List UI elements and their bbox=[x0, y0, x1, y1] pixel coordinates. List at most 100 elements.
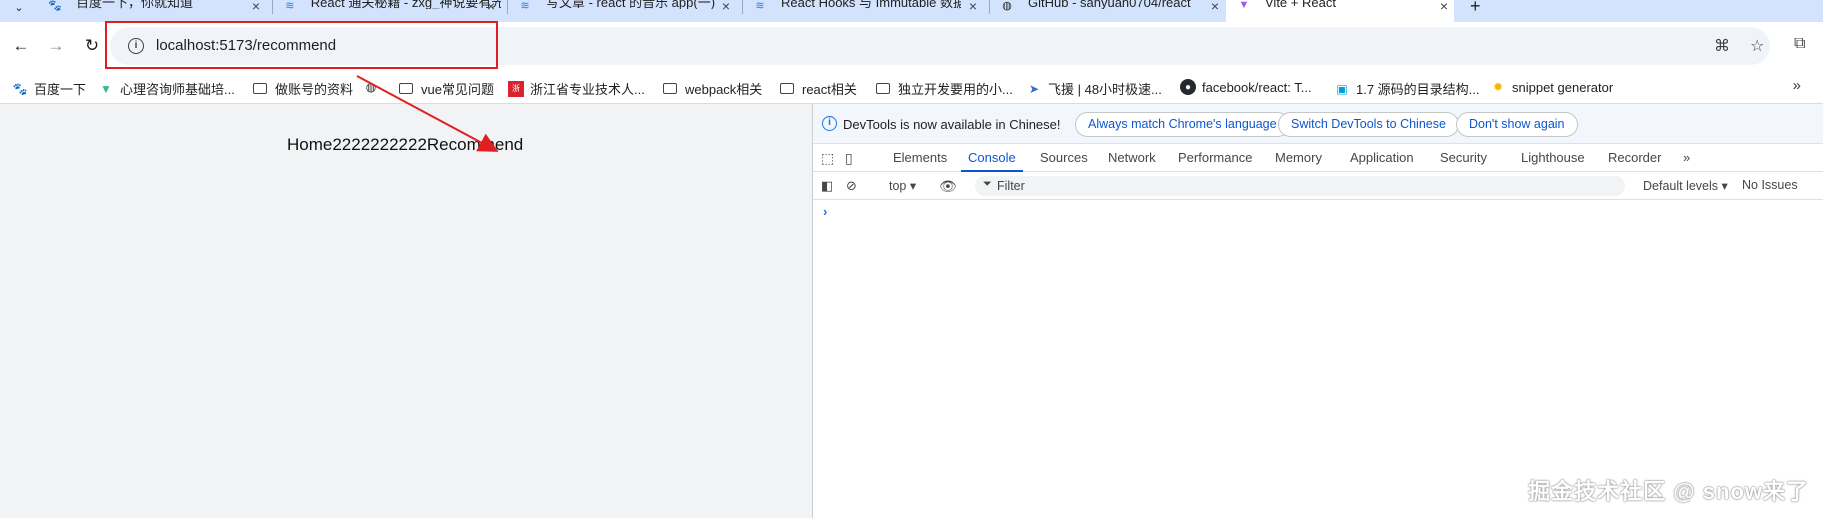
tab-react-hooks[interactable]: ≋ React Hooks 与 Immutable 数据流 × bbox=[753, 0, 983, 22]
tab-title: Vite + React bbox=[1265, 0, 1336, 9]
console-toolbar: ◧ ⊘ top ▾ 👁 ⏷ Filter Default levels ▾ No… bbox=[813, 172, 1823, 200]
baidu-paw-icon: 🐾 bbox=[12, 81, 28, 96]
bookmark-label: react相关 bbox=[802, 82, 857, 97]
folder-icon bbox=[876, 83, 890, 94]
tab-title: React 通关秘籍 - zxg_神说要有光 bbox=[310, 0, 501, 9]
tab-application[interactable]: Application bbox=[1350, 150, 1414, 165]
reload-button[interactable]: ↻ bbox=[80, 34, 104, 58]
tab-performance[interactable]: Performance bbox=[1178, 150, 1252, 165]
levels-label: Default levels bbox=[1643, 179, 1719, 193]
filter-icon: ⏷ bbox=[983, 178, 992, 190]
bookmark-label: 浙江省专业技术人... bbox=[530, 82, 645, 97]
tab-memory[interactable]: Memory bbox=[1275, 150, 1322, 165]
folder-icon bbox=[780, 83, 794, 94]
bookmark-item[interactable]: 独立开发要用的小... bbox=[876, 79, 1013, 98]
bookmark-label: webpack相关 bbox=[685, 82, 763, 97]
tab-lighthouse[interactable]: Lighthouse bbox=[1521, 150, 1585, 165]
browser-window: ⌄ 🐾 百度一下，你就知道 × ≋ React 通关秘籍 - zxg_神说要有光… bbox=[0, 0, 1823, 518]
tab-github[interactable]: ◍ GitHub - sanyuan0704/react × bbox=[1000, 0, 1225, 22]
bookmark-item[interactable]: 🐾 百度一下 bbox=[12, 79, 87, 98]
close-icon[interactable]: × bbox=[1211, 0, 1219, 14]
close-icon[interactable]: × bbox=[1440, 0, 1448, 14]
new-tab-button[interactable]: + bbox=[1470, 0, 1481, 17]
bookmark-item[interactable]: ▣ 1.7 源码的目录结构... bbox=[1334, 79, 1480, 98]
tab-search-button[interactable]: ⌄ bbox=[8, 0, 30, 14]
bookmark-item[interactable]: 做账号的资料 bbox=[253, 79, 353, 98]
clear-console-icon[interactable]: ⊘ bbox=[846, 178, 857, 194]
bookmark-item[interactable]: ◍ bbox=[363, 79, 385, 95]
filter-placeholder: Filter bbox=[997, 179, 1025, 193]
bookmark-item[interactable]: ▼ 心理咨询师基础培... bbox=[98, 79, 235, 98]
tab-baidu[interactable]: 🐾 百度一下，你就知道 × bbox=[48, 0, 266, 22]
tab-vite-react[interactable]: ▼ Vite + React × bbox=[1226, 0, 1454, 22]
console-prompt-caret[interactable]: › bbox=[823, 204, 827, 219]
tab-console[interactable]: Console bbox=[968, 150, 1016, 165]
plane-icon: ➤ bbox=[1028, 81, 1040, 96]
bookmark-item[interactable]: webpack相关 bbox=[663, 79, 762, 98]
infobar-message: DevTools is now available in Chinese! bbox=[843, 117, 1061, 132]
watermark: 掘金技术社区 @ snow来了 bbox=[1528, 479, 1809, 504]
tab-elements[interactable]: Elements bbox=[893, 150, 947, 165]
device-toolbar-icon[interactable]: ▯ bbox=[845, 150, 853, 167]
bookmark-label: 1.7 源码的目录结构... bbox=[1356, 82, 1480, 97]
context-selector[interactable]: top ▾ bbox=[889, 178, 916, 193]
bilibili-icon: ▣ bbox=[1336, 81, 1348, 96]
inspect-element-icon[interactable]: ⬚ bbox=[821, 150, 834, 167]
devtools-tabbar: ⬚ ▯ Elements Console Sources Network Per… bbox=[813, 144, 1823, 172]
tab-sources[interactable]: Sources bbox=[1040, 150, 1088, 165]
context-label: top bbox=[889, 179, 907, 193]
forward-button[interactable]: → bbox=[44, 34, 68, 58]
page-viewport: Home2222222222Recommend bbox=[0, 104, 813, 518]
folder-icon bbox=[253, 83, 267, 94]
tab-recorder[interactable]: Recorder bbox=[1608, 150, 1661, 165]
match-language-button[interactable]: Always match Chrome's language bbox=[1075, 112, 1290, 137]
back-button[interactable]: ← bbox=[9, 34, 33, 58]
tab-title: GitHub - sanyuan0704/react bbox=[1028, 0, 1191, 9]
console-filter-input[interactable]: ⏷ Filter bbox=[975, 176, 1625, 196]
bookmark-item[interactable]: 浙 浙江省专业技术人... bbox=[508, 79, 645, 98]
close-icon[interactable]: × bbox=[969, 0, 977, 14]
sidebar-toggle-icon[interactable]: ◧ bbox=[821, 178, 833, 194]
red-logo-icon: 浙 bbox=[508, 80, 524, 97]
bookmark-label: 心理咨询师基础培... bbox=[120, 82, 235, 97]
bookmarks-bar: 🐾 百度一下 ▼ 心理咨询师基础培... 做账号的资料 ◍ vue常见问题 浙 … bbox=[0, 72, 1823, 104]
issues-counter[interactable]: No Issues bbox=[1742, 178, 1798, 192]
tab-network[interactable]: Network bbox=[1108, 150, 1156, 165]
dont-show-again-button[interactable]: Don't show again bbox=[1456, 112, 1578, 137]
juejin-icon: ≋ bbox=[285, 0, 295, 12]
bookmark-item[interactable]: vue常见问题 bbox=[399, 79, 494, 98]
tab-react-secrets[interactable]: ≋ React 通关秘籍 - zxg_神说要有光 × bbox=[283, 0, 501, 22]
vue-icon: ▼ bbox=[100, 81, 112, 96]
log-levels-dropdown[interactable]: Default levels ▾ bbox=[1643, 178, 1728, 193]
bookmark-item[interactable]: ➤ 飞援 | 48小时极速... bbox=[1026, 79, 1162, 98]
extensions-icon[interactable]: ⧉ bbox=[1794, 35, 1805, 53]
globe-icon: ◍ bbox=[365, 80, 377, 94]
vite-icon: ▼ bbox=[1238, 0, 1250, 11]
more-tabs-icon[interactable]: » bbox=[1683, 150, 1690, 165]
bookmark-label: 做账号的资料 bbox=[275, 82, 354, 97]
bookmark-label: vue常见问题 bbox=[421, 82, 494, 97]
tab-write-article[interactable]: ≋ 写文章 - react 的音乐 app(一) × bbox=[518, 0, 736, 22]
tab-title: 百度一下，你就知道 bbox=[76, 0, 194, 9]
live-expression-eye-icon[interactable]: 👁 bbox=[939, 178, 957, 195]
more-bookmarks-icon[interactable]: » bbox=[1793, 77, 1801, 94]
info-icon: i bbox=[822, 116, 837, 131]
switch-chinese-button[interactable]: Switch DevTools to Chinese bbox=[1278, 112, 1459, 137]
devtools-infobar: i DevTools is now available in Chinese! … bbox=[813, 104, 1823, 144]
translate-icon[interactable]: ⌘ bbox=[1714, 36, 1730, 56]
tab-security[interactable]: Security bbox=[1440, 150, 1487, 165]
bookmark-star-icon[interactable]: ☆ bbox=[1750, 36, 1764, 56]
bookmark-label: 独立开发要用的小... bbox=[898, 82, 1013, 97]
bookmark-label: snippet generator bbox=[1512, 79, 1614, 95]
folder-icon bbox=[399, 83, 413, 94]
github-icon: ● bbox=[1180, 79, 1196, 95]
bookmark-item[interactable]: ✹ snippet generator bbox=[1490, 79, 1613, 95]
bookmark-item[interactable]: react相关 bbox=[780, 79, 857, 98]
close-icon[interactable]: × bbox=[722, 0, 730, 14]
tab-title: 写文章 - react 的音乐 app(一) bbox=[546, 0, 716, 9]
close-icon[interactable]: × bbox=[487, 0, 495, 14]
globe-icon: ◍ bbox=[1002, 0, 1012, 12]
close-icon[interactable]: × bbox=[252, 0, 260, 14]
bookmark-item[interactable]: ● facebook/react: T... bbox=[1180, 79, 1312, 95]
juejin-icon: ≋ bbox=[520, 0, 530, 12]
